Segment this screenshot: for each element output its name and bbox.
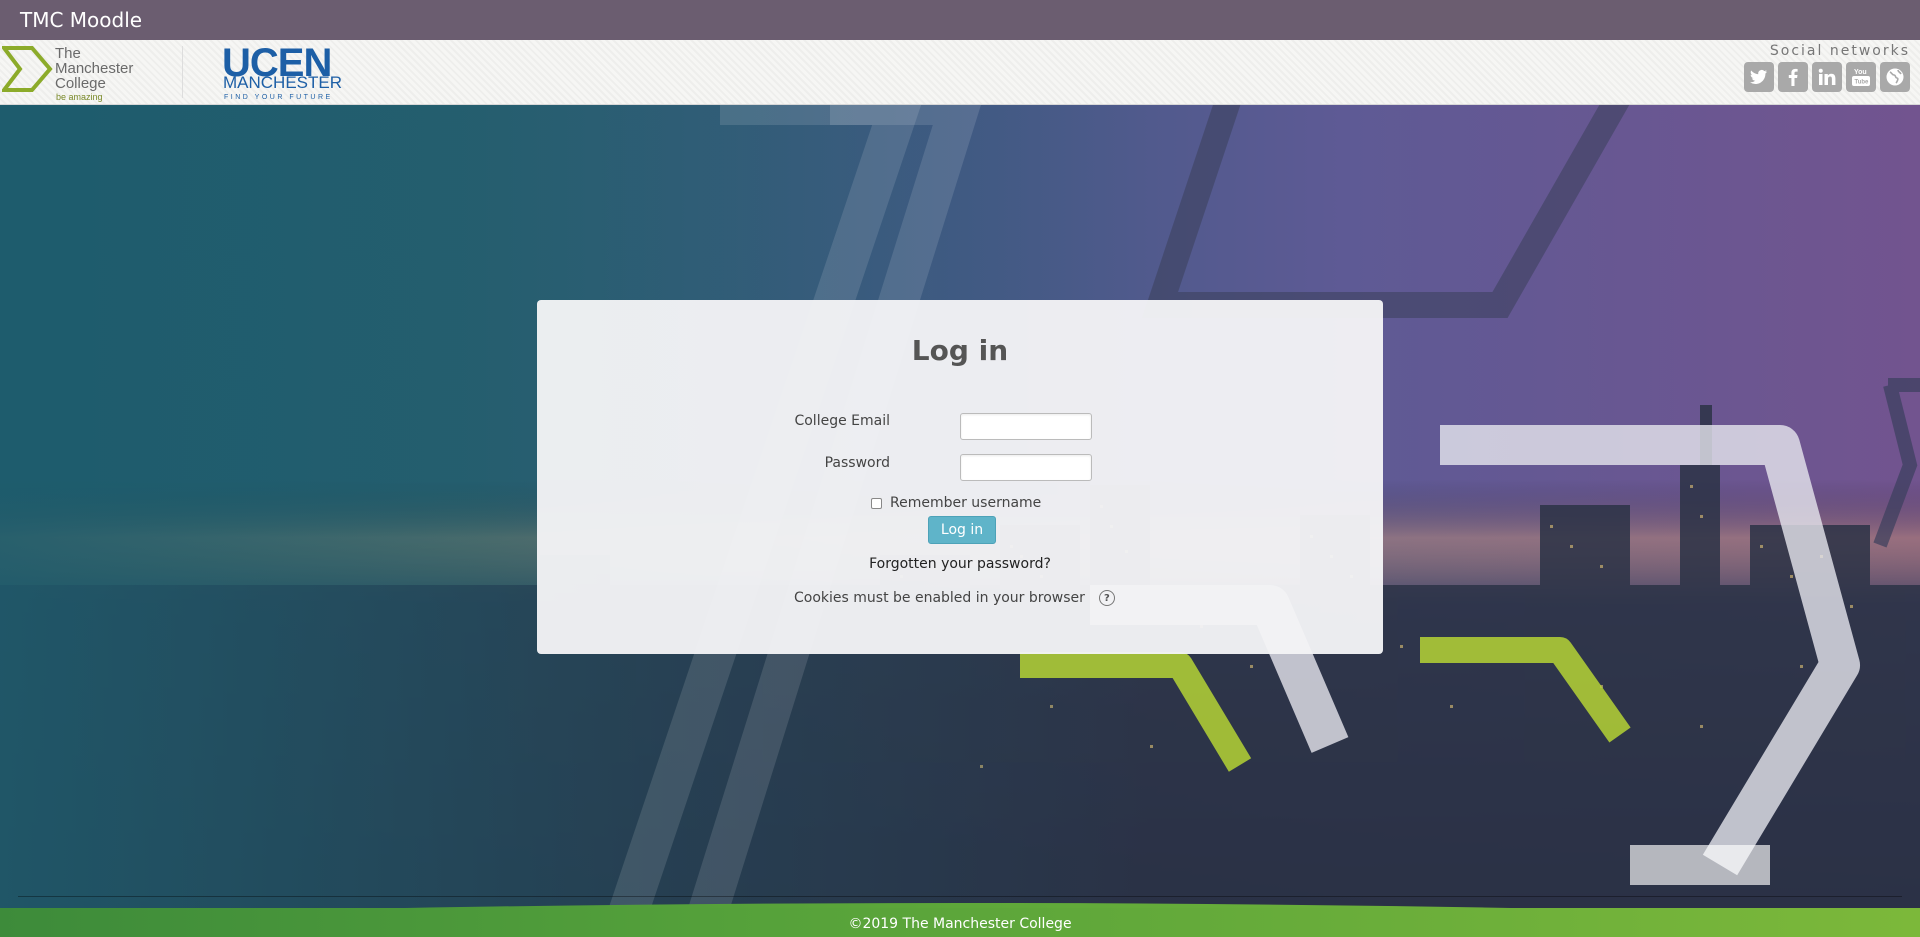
tmc-tagline: be amazing — [56, 92, 103, 102]
svg-text:Tube: Tube — [1855, 80, 1870, 86]
brand-bar: The Manchester College be amazing UCEN M… — [0, 40, 1920, 105]
password-label: Password — [824, 455, 890, 471]
email-label: College Email — [794, 413, 890, 429]
copyright-text: ©2019 The Manchester College — [848, 916, 1072, 932]
tmc-logo-line-1: The — [55, 45, 81, 62]
ucen-logo[interactable]: UCEN MANCHESTER FIND YOUR FUTURE — [222, 40, 352, 104]
tmc-chevron-icon — [2, 46, 53, 92]
social-icons: You Tube — [1744, 62, 1910, 92]
remember-username-checkbox[interactable] — [871, 497, 882, 509]
site-name-link[interactable]: TMC Moodle — [20, 8, 142, 32]
twitter-icon[interactable] — [1744, 62, 1774, 92]
globe-icon[interactable] — [1880, 62, 1910, 92]
facebook-icon[interactable] — [1778, 62, 1808, 92]
ucen-logo-tagline: FIND YOUR FUTURE — [224, 94, 333, 101]
remember-username-label[interactable]: Remember username — [890, 495, 1041, 511]
brand-divider — [182, 46, 183, 98]
forgot-password-anchor[interactable]: Forgotten your password? — [869, 556, 1051, 572]
linkedin-icon[interactable] — [1812, 62, 1842, 92]
tmc-logo-line-2: Manchester — [55, 60, 134, 77]
social-networks-title: Social networks — [1769, 43, 1910, 59]
youtube-icon[interactable]: You Tube — [1846, 62, 1876, 92]
cookies-notice: Cookies must be enabled in your browser — [794, 590, 1085, 606]
svg-text:You: You — [1854, 69, 1867, 76]
tmc-logo[interactable]: The Manchester College be amazing — [2, 44, 152, 102]
password-field[interactable] — [960, 454, 1092, 481]
cookies-notice-row: Cookies must be enabled in your browser … — [794, 590, 1115, 606]
login-title: Log in — [911, 334, 1009, 367]
forgot-password-link: Forgotten your password? — [537, 556, 1383, 572]
tmc-logo-line-3: College — [55, 75, 106, 92]
email-field[interactable] — [960, 413, 1092, 440]
login-button[interactable]: Log in — [928, 516, 996, 544]
remember-username-row: Remember username — [871, 495, 1041, 511]
footer-divider — [18, 896, 1902, 897]
login-panel: Log in College Email Password Remember u… — [537, 300, 1383, 654]
top-navbar: TMC Moodle — [0, 0, 1920, 40]
ucen-logo-sub: MANCHESTER — [223, 73, 343, 92]
help-icon[interactable]: ? — [1098, 590, 1115, 606]
hero-background: Log in College Email Password Remember u… — [0, 105, 1920, 937]
